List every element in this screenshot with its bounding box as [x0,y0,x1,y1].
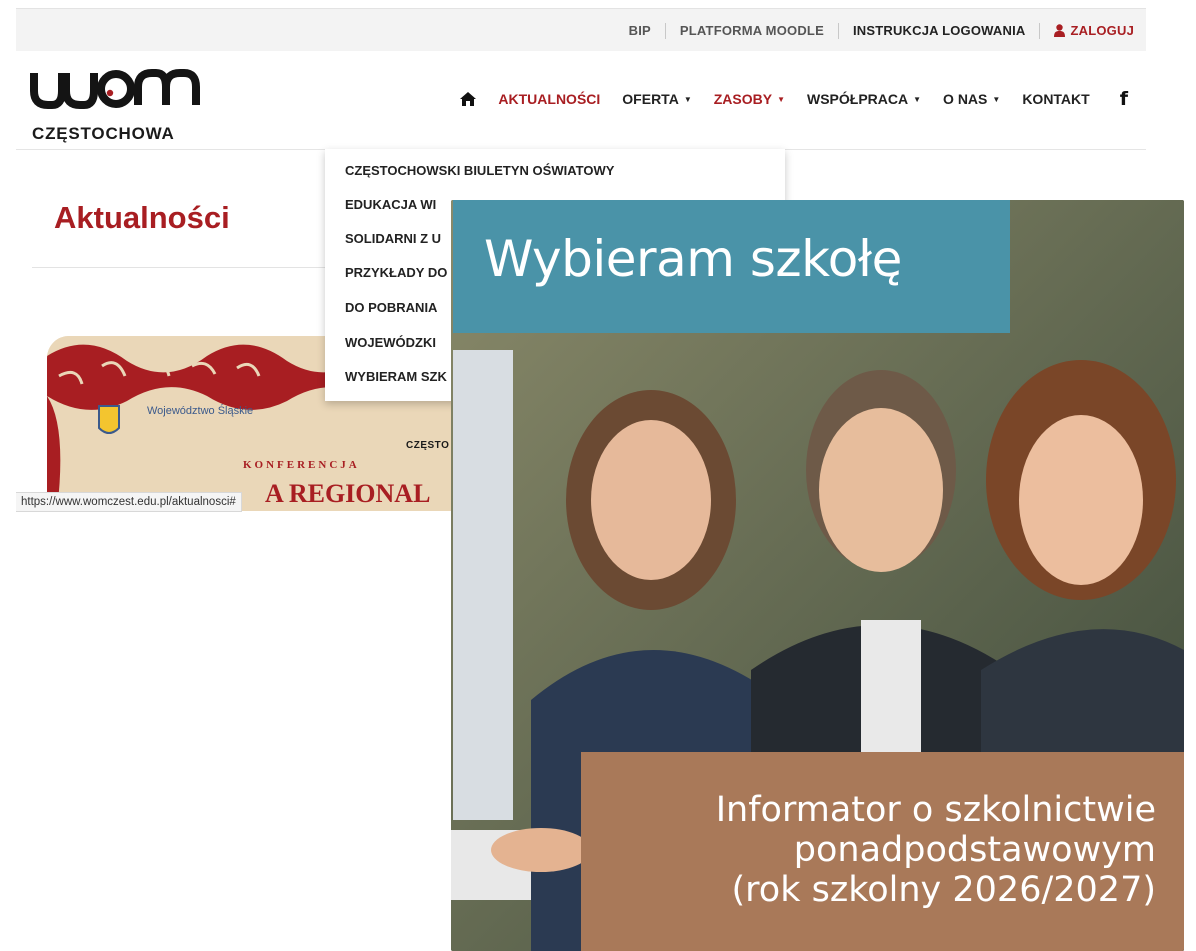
user-icon [1054,24,1066,37]
nav-zasoby[interactable]: ZASOBY ▼ [714,91,785,107]
popup-info-line-2: ponadpodstawowym [793,830,1156,870]
banner-konferencja: KONFERENCJA [243,459,360,471]
facebook-icon[interactable]: f [1120,88,1128,110]
dropdown-item[interactable]: SOLIDARNI Z U [345,231,441,246]
caret-down-icon: ▼ [777,94,785,104]
wom-logo[interactable]: CZĘSTOCHOWA [30,69,200,143]
top-links: BIP PLATFORMA MOODLE INSTRUKCJA LOGOWANI… [629,9,1134,52]
divider [1039,22,1041,39]
banner-partial-logo-text: CZĘSTO [406,440,450,451]
caret-down-icon: ▼ [913,94,922,104]
logo-city-text: CZĘSTOCHOWA [32,124,175,143]
dropdown-item[interactable]: WOJEWÓDZKI [345,335,436,350]
nav-wspolpraca[interactable]: WSPÓŁPRACA ▼ [807,91,921,107]
dropdown-item[interactable]: CZĘSTOCHOWSKI BIULETYN OŚWIATOWY [345,163,614,178]
caret-down-icon: ▼ [683,94,692,104]
popup-info-box: Informator o szkolnictwie ponadpodstawow… [581,752,1184,951]
nav-kontakt[interactable]: KONTAKT [1022,91,1089,107]
moodle-link[interactable]: PLATFORMA MOODLE [680,23,824,38]
dropdown-item[interactable]: PRZYKŁADY DO [345,265,447,280]
site-header: CZĘSTOCHOWA AKTUALNOŚCI OFERTA ▼ ZASOBY ▼ … [16,51,1146,150]
popup-title: Wybieram szkołę [484,230,902,288]
dropdown-item[interactable]: EDUKACJA WI [345,197,436,212]
top-utility-bar: BIP PLATFORMA MOODLE INSTRUKCJA LOGOWANI… [16,8,1146,52]
status-url: https://www.womczest.edu.pl/aktualnosci# [16,492,242,512]
bip-link[interactable]: BIP [629,23,651,38]
nav-label: O NAS [943,91,988,107]
nav-label: ZASOBY [713,91,773,107]
nav-label: WSPÓŁPRACA [807,91,909,107]
page-title: Aktualności [54,200,230,235]
popup-info-line-1: Informator o szkolnictwie [715,790,1156,830]
popup-info-line-3: (rok szkolny 2026/2027) [731,870,1156,910]
home-icon[interactable] [460,92,477,106]
divider [837,22,839,39]
login-label: ZALOGUJ [1070,23,1134,38]
banner-region-text: Województwo Śląskie [147,405,254,417]
wybieram-szkole-popup[interactable]: Wybieram szkołę Informator o szkolnictwi… [451,200,1184,951]
dropdown-item[interactable]: WYBIERAM SZK [345,369,447,384]
nav-o-nas[interactable]: O NAS ▼ [943,91,1000,107]
login-instructions-link[interactable]: INSTRUKCJA LOGOWANIA [853,23,1026,38]
divider [664,22,666,39]
nav-label: OFERTA [622,91,679,107]
nav-label: AKTUALNOŚCI [498,91,601,107]
banner-heading: A REGIONAL [265,479,431,507]
dropdown-item[interactable]: DO POBRANIA [345,300,437,315]
popup-title-box: Wybieram szkołę [453,200,1010,333]
nav-aktualnosci[interactable]: AKTUALNOŚCI [498,91,600,107]
caret-down-icon: ▼ [992,94,1001,104]
nav-label: KONTAKT [1022,91,1090,107]
main-nav: AKTUALNOŚCI OFERTA ▼ ZASOBY ▼ WSPÓŁPRACA ▼ … [460,88,1128,110]
nav-oferta[interactable]: OFERTA ▼ [622,91,691,107]
logo-mark [30,69,200,109]
login-link[interactable]: ZALOGUJ [1054,23,1134,38]
